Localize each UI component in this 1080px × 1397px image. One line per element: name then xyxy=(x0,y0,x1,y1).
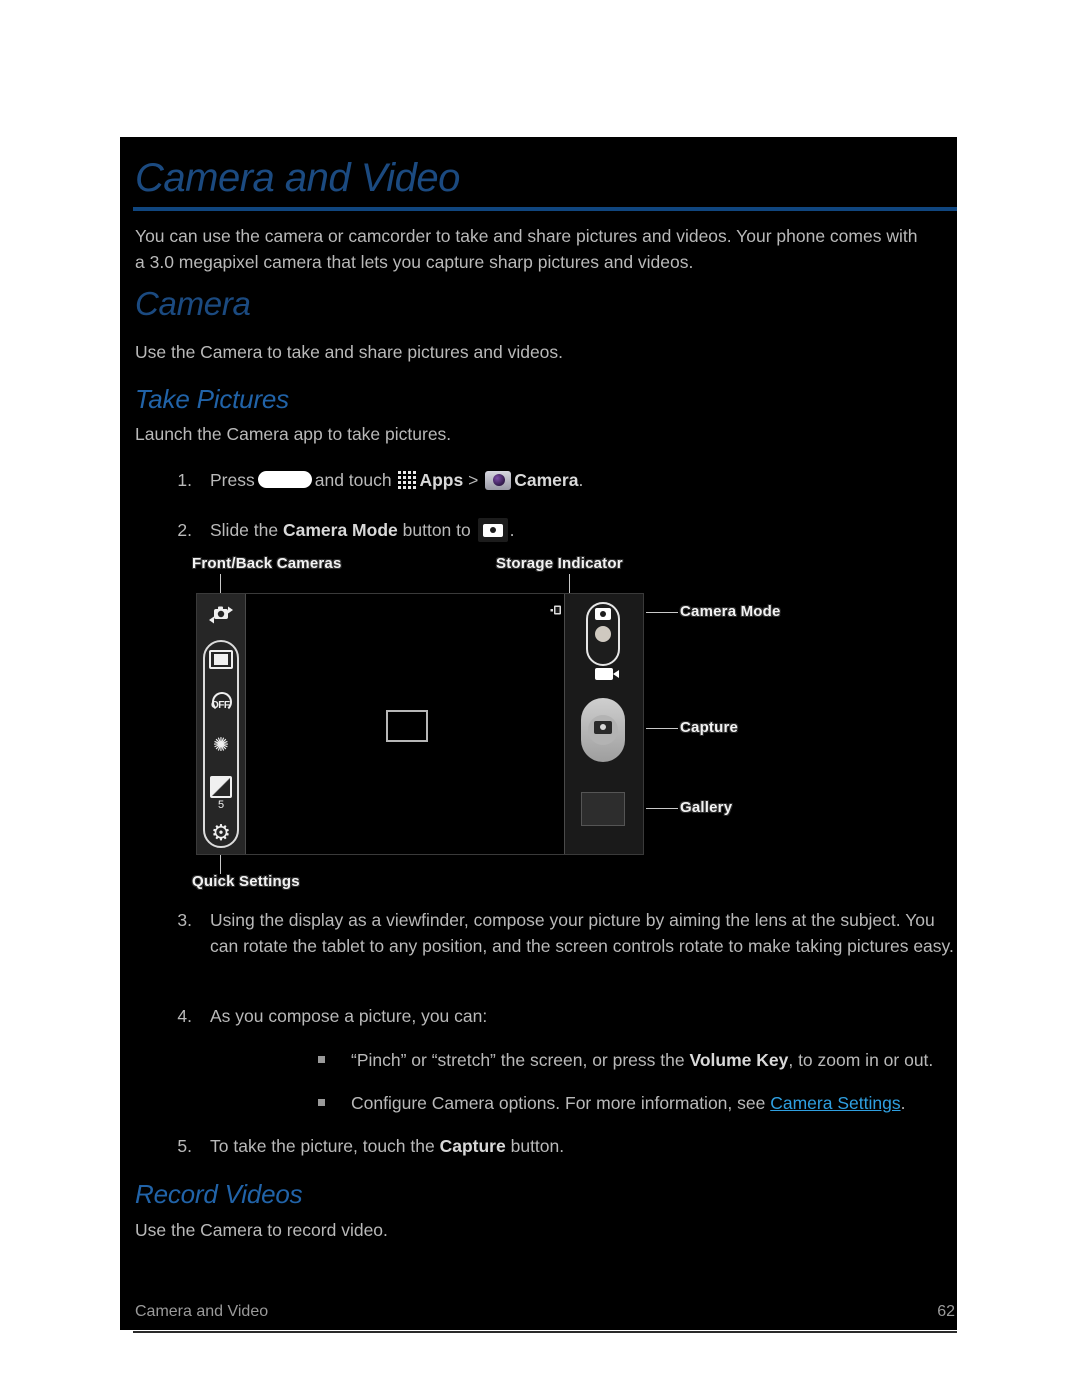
step-item-1: 1. Press and touch Apps > Camera. xyxy=(164,467,864,493)
subsection-description-take-pictures: Launch the Camera app to take pictures. xyxy=(135,424,452,444)
section-description-camera: Use the Camera to take and share picture… xyxy=(135,342,564,362)
bullet2-pre: Configure Camera options. For more infor… xyxy=(351,1093,766,1113)
callout-quick-settings: Quick Settings xyxy=(192,873,300,890)
bullet-item-1: “Pinch” or “stretch” the screen, or pres… xyxy=(318,1047,1018,1073)
camera-mode-icon xyxy=(477,518,508,542)
step-text: As you compose a picture, you can: xyxy=(210,1006,488,1026)
step2-post: . xyxy=(509,520,515,540)
footer-page-number: 62 xyxy=(937,1303,955,1320)
leader-line-camera-mode xyxy=(646,612,678,613)
step1-camera-label: Camera xyxy=(514,470,579,490)
gallery-thumbnail[interactable] xyxy=(581,792,625,826)
effects-wand-icon[interactable]: ✺ xyxy=(206,736,236,755)
step-item-2: 2. Slide the Camera Mode button to . xyxy=(164,517,864,543)
step1-post: . xyxy=(578,470,584,490)
bullet1-bold-label: Volume Key xyxy=(689,1050,789,1070)
step2-pre: Slide the xyxy=(210,520,279,540)
bullet2-post: . xyxy=(900,1093,906,1113)
camera-screen: OFF ✺ 5 ⚙ xyxy=(196,593,644,855)
leader-line-front-back-cameras xyxy=(220,574,221,594)
step2-bold-label: Camera Mode xyxy=(282,520,398,540)
step-number: 5. xyxy=(177,1136,192,1156)
step2-mid: button to xyxy=(402,520,471,540)
bullet1-pre: “Pinch” or “stretch” the screen, or pres… xyxy=(351,1050,685,1070)
step-item-5: 5. To take the picture, touch the Captur… xyxy=(164,1133,864,1159)
exposure-value-label: 5 xyxy=(217,799,225,811)
capture-button[interactable] xyxy=(581,698,625,762)
subsection-heading-take-pictures: Take Pictures xyxy=(135,384,289,414)
callout-gallery: Gallery xyxy=(680,799,733,816)
page-title: Camera and Video xyxy=(135,156,460,200)
timer-off-icon[interactable]: OFF xyxy=(206,692,236,714)
focus-box xyxy=(386,710,428,742)
callout-capture: Capture xyxy=(680,719,739,736)
camera-app-icon xyxy=(485,471,512,490)
switch-camera-icon[interactable] xyxy=(208,604,234,626)
step1-separator: > xyxy=(468,470,479,490)
camera-right-control-strip xyxy=(550,594,643,854)
subsection-description-record-videos: Use the Camera to record video. xyxy=(135,1220,388,1240)
step-text: Using the display as a viewfinder, compo… xyxy=(210,910,954,956)
leader-line-gallery xyxy=(646,808,678,809)
storage-indicator-icon xyxy=(550,605,561,615)
step-text: Press and touch Apps > Camera. xyxy=(210,467,864,493)
bullet1-post: , to zoom in or out. xyxy=(788,1050,934,1070)
section-heading-camera: Camera xyxy=(135,285,251,322)
camera-mode-photo-glyph xyxy=(595,608,611,620)
leader-line-quick-settings xyxy=(220,855,221,874)
leader-line-capture xyxy=(646,728,678,729)
step-number: 3. xyxy=(177,910,192,930)
subsection-heading-record-videos: Record Videos xyxy=(135,1179,303,1209)
step1-mid-label: and touch xyxy=(314,470,392,490)
document-page-panel: Camera and Video You can use the camera … xyxy=(120,137,957,1333)
camera-ui-diagram: Front/Back Cameras Storage Indicator OFF… xyxy=(188,555,788,890)
exposure-icon[interactable]: 5 xyxy=(206,776,236,811)
gear-icon[interactable]: ⚙ xyxy=(206,822,236,844)
bullet-square-icon xyxy=(318,1099,325,1106)
home-key-icon xyxy=(257,471,312,488)
step-item-3: 3. Using the display as a viewfinder, co… xyxy=(164,907,954,959)
callout-storage-indicator: Storage Indicator xyxy=(496,555,623,572)
camera-left-control-strip: OFF ✺ 5 ⚙ xyxy=(197,594,245,854)
callout-front-back-cameras: Front/Back Cameras xyxy=(192,555,342,572)
page-footer: Camera and Video 62 xyxy=(133,1303,957,1333)
bullet-text: Configure Camera options. For more infor… xyxy=(351,1090,1018,1116)
intro-paragraph: You can use the camera or camcorder to t… xyxy=(135,226,918,272)
camera-settings-link[interactable]: Camera Settings xyxy=(770,1093,900,1113)
bullet-square-icon xyxy=(318,1056,325,1063)
step-text: To take the picture, touch the Capture b… xyxy=(210,1133,864,1159)
bullet-text: “Pinch” or “stretch” the screen, or pres… xyxy=(351,1047,1018,1073)
step5-post: button. xyxy=(510,1136,565,1156)
camera-viewfinder xyxy=(245,594,565,854)
step1-apps-label: Apps xyxy=(419,470,464,490)
timer-off-label: OFF xyxy=(211,700,230,711)
step-number: 1. xyxy=(177,470,192,490)
camera-mode-video-glyph xyxy=(595,668,619,680)
step1-press-label: Press xyxy=(210,470,255,490)
camera-mode-knob[interactable] xyxy=(595,626,611,642)
step-item-4: 4. As you compose a picture, you can: xyxy=(164,1003,864,1029)
camera-mode-switch[interactable] xyxy=(586,602,620,666)
apps-grid-icon xyxy=(398,471,418,490)
step5-pre: To take the picture, touch the xyxy=(210,1136,435,1156)
resolution-icon[interactable] xyxy=(206,650,236,669)
title-divider-rule xyxy=(133,207,957,211)
step-number: 4. xyxy=(177,1006,192,1026)
footer-title: Camera and Video xyxy=(135,1303,269,1320)
step-text: Slide the Camera Mode button to . xyxy=(210,517,864,543)
bullet-item-2: Configure Camera options. For more infor… xyxy=(318,1090,1018,1116)
step5-bold-label: Capture xyxy=(439,1136,506,1156)
callout-camera-mode: Camera Mode xyxy=(680,603,781,620)
page-content: Camera and Video You can use the camera … xyxy=(128,137,957,1333)
step-number: 2. xyxy=(177,520,192,540)
